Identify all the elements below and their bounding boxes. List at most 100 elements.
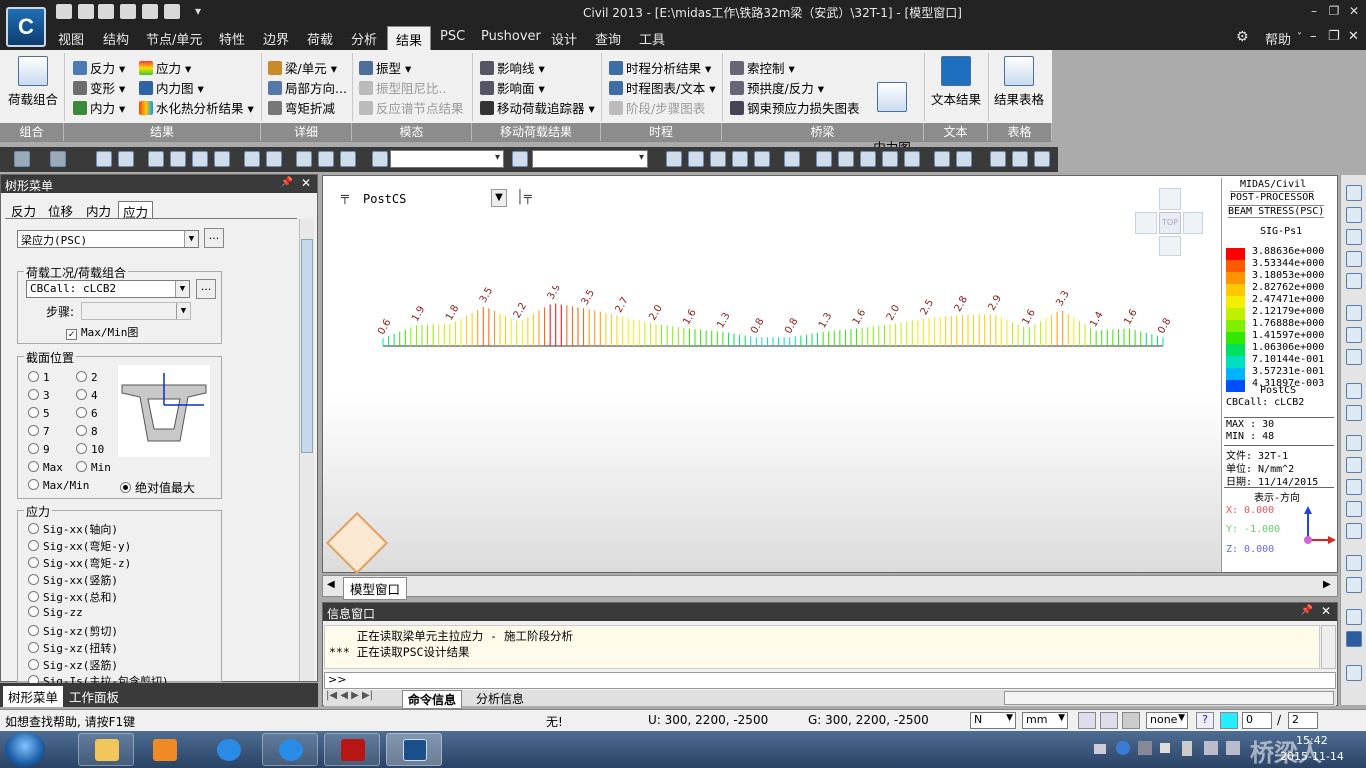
tab-tools[interactable]: 工具 <box>639 29 665 48</box>
rotate-icon[interactable] <box>1346 349 1362 365</box>
view-iso-icon[interactable] <box>732 151 748 167</box>
cube-left-icon[interactable] <box>1346 479 1362 495</box>
print-preview-icon[interactable] <box>164 4 180 19</box>
tree-scroll-thumb[interactable] <box>301 239 313 453</box>
display-icon[interactable] <box>244 151 260 167</box>
position-absmax-radio[interactable]: 绝对值最大 <box>120 479 195 496</box>
snap-grid-icon[interactable] <box>1100 712 1118 729</box>
keyboard-icon[interactable] <box>1094 744 1106 754</box>
tab-reaction[interactable]: 反力 <box>7 201 40 219</box>
tree-scrollbar[interactable] <box>299 219 314 681</box>
message-nav-icons[interactable]: |◀ ◀ ▶ ▶| <box>326 690 373 701</box>
filter-combo[interactable] <box>532 150 648 168</box>
save-view-icon[interactable] <box>1346 631 1362 647</box>
undo-icon[interactable] <box>14 151 30 167</box>
stress-vertical-rebar-radio[interactable]: Sig-xx(竖筋) <box>28 572 118 588</box>
message-close-icon[interactable]: ✕ <box>1321 604 1331 618</box>
time-history-graph-button[interactable]: 时程图表/文本 ▾ <box>609 78 715 97</box>
heat-hydration-button[interactable]: 水化热分析结果 ▾ <box>139 98 254 117</box>
iso-view-icon[interactable] <box>1346 577 1362 593</box>
stress-shear-radio[interactable]: Sig-xz(剪切) <box>28 623 118 639</box>
redo-icon[interactable] <box>50 151 66 167</box>
cube-front-icon[interactable] <box>1346 435 1362 451</box>
taskbar-media[interactable] <box>136 733 192 766</box>
zoom-window-icon[interactable] <box>170 151 186 167</box>
position-max-radio[interactable]: Max <box>28 461 63 474</box>
view-plan-icon[interactable] <box>710 151 726 167</box>
tab-psc[interactable]: PSC <box>440 29 465 44</box>
panel-close-icon[interactable]: ✕ <box>301 176 311 190</box>
position-6-radio[interactable]: 6 <box>76 407 98 420</box>
tab-query[interactable]: 查询 <box>595 29 621 48</box>
tab-structure[interactable]: 结构 <box>103 29 129 48</box>
open-file-icon[interactable] <box>78 4 94 19</box>
selection-combo[interactable] <box>390 150 504 168</box>
model-window[interactable]: ╤ PostCS ▼ │╤ TOP 0.6 1.9 1.8 3.5 2.2 3.9 3.5 2… <box>322 175 1338 575</box>
beam-element-button[interactable]: 梁/单元 ▾ <box>268 58 337 77</box>
volume-icon[interactable] <box>1226 741 1240 755</box>
message-scrollbar[interactable] <box>1321 625 1336 669</box>
influence-line-button[interactable]: 影响线 ▾ <box>480 58 545 77</box>
tab-boundary[interactable]: 边界 <box>263 29 289 48</box>
inactivate-icon[interactable] <box>318 151 334 167</box>
view-cube-north[interactable] <box>1159 188 1181 210</box>
position-1-radio[interactable]: 1 <box>28 371 50 384</box>
view-cube-west[interactable] <box>1135 212 1157 234</box>
pin-icon[interactable]: 📌 <box>281 177 293 188</box>
influence-surface-button[interactable]: 影响面 ▾ <box>480 78 545 97</box>
message-pin-icon[interactable]: 📌 <box>1301 605 1313 616</box>
stress-total-radio[interactable]: Sig-xx(总和) <box>28 589 118 605</box>
taskbar-ie[interactable] <box>200 733 256 766</box>
zoom-all-icon[interactable] <box>1346 273 1362 289</box>
moment-reduction-button[interactable]: 弯矩折减 <box>268 98 335 117</box>
pan-icon[interactable] <box>192 151 208 167</box>
axis-icon[interactable] <box>1346 555 1362 571</box>
tab-displacement[interactable]: 位移 <box>44 201 77 219</box>
result-table-button[interactable]: 结果表格 <box>993 56 1045 108</box>
forces-button[interactable]: 内力 ▾ <box>73 98 125 117</box>
all-active-icon[interactable] <box>340 151 356 167</box>
color-icon[interactable] <box>1220 712 1238 729</box>
print-icon[interactable] <box>142 4 158 19</box>
tab-load[interactable]: 荷载 <box>307 29 333 48</box>
lock-icon[interactable] <box>1012 151 1028 167</box>
quick-access-menu-icon[interactable]: ▾ <box>190 4 206 18</box>
taskbar-explorer[interactable] <box>78 733 134 766</box>
force-unit-select[interactable]: N ▼ <box>970 712 1016 729</box>
message-log[interactable]: 正在读取梁单元主拉应力 - 施工阶段分析 *** 正在读取PSC设计结果 <box>324 625 1320 669</box>
close-button[interactable]: ✕ <box>1346 4 1362 18</box>
position-9-radio[interactable]: 9 <box>28 443 50 456</box>
stress-moment-y-radio[interactable]: Sig-xx(弯矩-y) <box>28 538 131 554</box>
page-select[interactable]: 0 <box>1242 712 1272 729</box>
stage-next-icon[interactable]: │╤ <box>516 190 532 205</box>
tray-icon[interactable] <box>1138 741 1152 755</box>
position-min-radio[interactable]: Min <box>76 461 111 474</box>
tendon-loss-button[interactable]: 钢束预应力损失图表 <box>730 98 860 117</box>
view-cube-top[interactable]: TOP <box>1159 212 1181 234</box>
load-combination-button[interactable]: 荷载组合 <box>8 56 58 108</box>
stress-button[interactable]: 应力 ▾ <box>139 58 191 77</box>
position-8-radio[interactable]: 8 <box>76 425 98 438</box>
doc-minimize-button[interactable]: – <box>1310 29 1317 44</box>
zoom-out-icon[interactable] <box>1346 251 1362 267</box>
view-cube-south[interactable] <box>1159 236 1181 256</box>
tab-tree-menu[interactable]: 树形菜单 <box>3 686 64 707</box>
zoom-fit-icon[interactable] <box>148 151 164 167</box>
force-diagram-button[interactable]: 内力图 ▾ <box>139 78 204 97</box>
filter-icon[interactable] <box>512 151 528 167</box>
screen-icon[interactable] <box>882 151 898 167</box>
mode-shape-button[interactable]: 振型 ▾ <box>359 58 411 77</box>
reactions-button[interactable]: 反力 ▾ <box>73 58 125 77</box>
snap-play-icon[interactable] <box>1122 712 1140 729</box>
tab-view[interactable]: 视图 <box>58 29 84 48</box>
tab-pushover[interactable]: Pushover <box>481 29 541 44</box>
refresh-icon[interactable] <box>1346 383 1362 399</box>
tab-analysis[interactable]: 分析 <box>351 29 377 48</box>
node-number-icon[interactable] <box>934 151 950 167</box>
doc-restore-button[interactable]: ❐ <box>1328 29 1340 44</box>
shrink-icon[interactable] <box>816 151 832 167</box>
tab-properties[interactable]: 特性 <box>219 29 245 48</box>
settings-icon[interactable] <box>1346 665 1362 681</box>
save-icon[interactable] <box>120 4 136 19</box>
flag-icon[interactable] <box>1160 743 1170 753</box>
